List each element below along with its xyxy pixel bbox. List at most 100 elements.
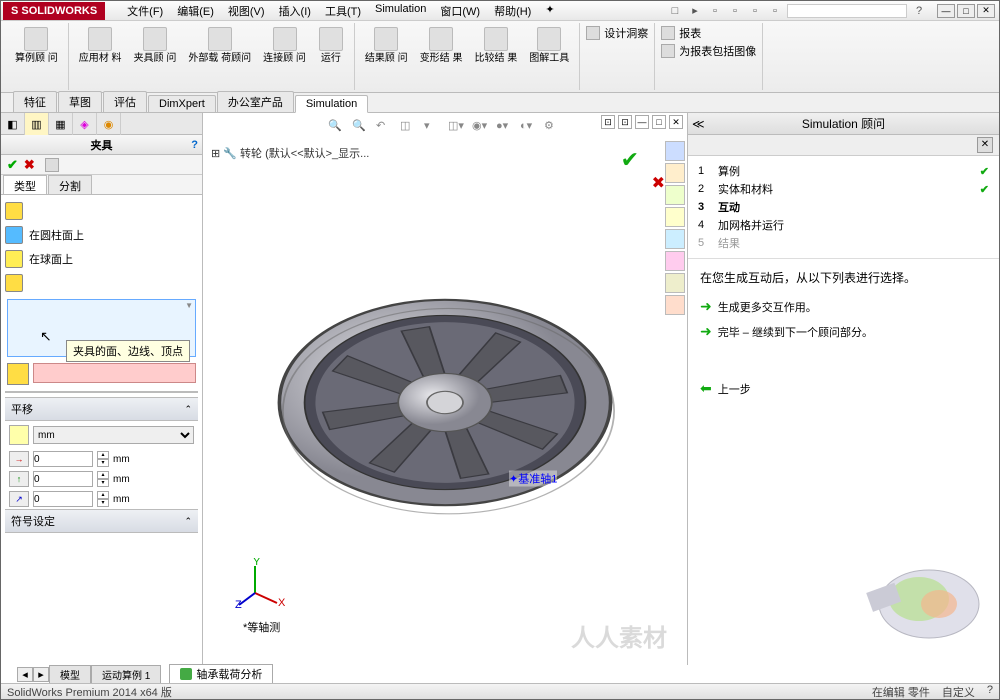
menu-file[interactable]: 文件(F) <box>121 1 169 21</box>
view-orient-icon[interactable]: ▾ <box>424 119 442 137</box>
tab-study[interactable]: 轴承载荷分析 <box>169 664 273 684</box>
graphics-area[interactable]: ⊡ ⊡ — □ ✕ 🔍 🔍 ↶ ◫ ▾ ◫▾ ◉▾ ●▾ ◐▾ ⚙ 🔧 转轮 (… <box>203 113 687 665</box>
cancel-button[interactable]: ✖ <box>24 157 35 173</box>
minimize-button[interactable]: — <box>937 4 955 18</box>
selection-box[interactable]: ↖ 夹具的面、边线、顶点 <box>7 299 196 357</box>
connect-advisor-button[interactable]: 连接顾 问 <box>259 25 310 66</box>
close-button[interactable]: ✕ <box>977 4 995 18</box>
step-3[interactable]: 3互动 <box>698 198 989 216</box>
rebuild-icon[interactable]: ▫ <box>747 3 763 19</box>
pm-tab-config[interactable]: ▦ <box>49 113 73 135</box>
step-4[interactable]: 4加网格并运行 <box>698 216 989 234</box>
display-style-icon[interactable]: ◫▾ <box>448 119 466 137</box>
compare-button[interactable]: 比较结 果 <box>470 25 521 66</box>
doc-min-icon[interactable]: — <box>635 115 649 129</box>
row-sphere[interactable]: 在球面上 <box>5 247 198 271</box>
taskpane-appear-icon[interactable] <box>665 229 685 249</box>
section-translate[interactable]: 平移 <box>5 397 198 421</box>
zoom-fit-icon[interactable]: 🔍 <box>328 119 346 137</box>
new-icon[interactable]: □ <box>667 3 683 19</box>
tab-evaluate[interactable]: 评估 <box>103 91 147 112</box>
doc-prev-icon[interactable]: ⊡ <box>601 115 615 129</box>
y-up[interactable]: ▴ <box>97 471 109 479</box>
unit-select[interactable]: mm <box>33 426 194 444</box>
menu-window[interactable]: 窗口(W) <box>434 1 486 21</box>
zoom-area-icon[interactable]: 🔍 <box>352 119 370 137</box>
report-image-button[interactable]: 为报表包括图像 <box>661 43 756 59</box>
section-symbol[interactable]: 符号设定 <box>5 509 198 533</box>
x-down[interactable]: ▾ <box>97 459 109 467</box>
row-geometry[interactable] <box>5 199 198 223</box>
taskpane-library-icon[interactable] <box>665 163 685 183</box>
plot-tools-button[interactable]: 图解工具 <box>525 25 573 66</box>
direction-field[interactable] <box>33 363 196 383</box>
section-icon[interactable]: ◫ <box>400 119 418 137</box>
apply-material-button[interactable]: 应用材 料 <box>75 25 126 66</box>
menu-edit[interactable]: 编辑(E) <box>171 1 220 21</box>
pm-tab-dim[interactable]: ◈ <box>73 113 97 135</box>
load-advisor-button[interactable]: 外部载 荷顾问 <box>184 25 255 66</box>
tab-scroll-right[interactable]: ▸ <box>33 667 49 682</box>
taskpane-view-icon[interactable] <box>665 207 685 227</box>
menu-pin-icon[interactable]: ✦ <box>539 1 560 21</box>
options-icon[interactable]: ▫ <box>767 3 783 19</box>
search-box[interactable] <box>787 4 907 18</box>
doc-max-icon[interactable]: □ <box>652 115 666 129</box>
menu-help[interactable]: 帮助(H) <box>488 1 537 21</box>
pm-tab-property[interactable]: ▥ <box>25 113 49 135</box>
maximize-button[interactable]: □ <box>957 4 975 18</box>
pm-tab-appear[interactable]: ◉ <box>97 113 121 135</box>
view-setting-icon[interactable]: ⚙ <box>544 119 562 137</box>
tab-scroll-left[interactable]: ◂ <box>17 667 33 682</box>
help-icon[interactable]: ? <box>911 3 927 19</box>
y-down[interactable]: ▾ <box>97 479 109 487</box>
save-icon[interactable]: ▫ <box>707 3 723 19</box>
appearance-icon[interactable]: ●▾ <box>496 119 514 137</box>
study-advisor-button[interactable]: 算例顾 问 <box>11 25 62 66</box>
scene-icon[interactable]: ◐▾ <box>520 119 538 137</box>
menu-simulation[interactable]: Simulation <box>369 1 432 21</box>
row-cylinder[interactable]: 在圆柱面上 <box>5 223 198 247</box>
status-help-icon[interactable]: ? <box>987 684 993 700</box>
step-1[interactable]: 1算例✔ <box>698 162 989 180</box>
open-icon[interactable]: ▸ <box>687 3 703 19</box>
axis-label[interactable]: ✦基准轴1 <box>509 471 557 487</box>
run-button[interactable]: 运行 <box>314 25 348 66</box>
tab-sketch[interactable]: 草图 <box>58 91 102 112</box>
tab-office[interactable]: 办公室产品 <box>217 91 294 112</box>
menu-insert[interactable]: 插入(I) <box>273 1 317 21</box>
fixture-advisor-button[interactable]: 夹具顾 问 <box>130 25 181 66</box>
deform-button[interactable]: 变形结 果 <box>416 25 467 66</box>
step-5[interactable]: 5结果 <box>698 234 989 252</box>
menu-view[interactable]: 视图(V) <box>222 1 271 21</box>
coord-x-input[interactable] <box>33 451 93 467</box>
taskpane-prop-icon[interactable] <box>665 251 685 271</box>
pushpin-icon[interactable] <box>45 158 59 172</box>
tab-motion[interactable]: 运动算例 1 <box>91 665 161 684</box>
coord-z-input[interactable] <box>33 491 93 507</box>
taskpane-forum-icon[interactable] <box>665 273 685 293</box>
doc-close-icon[interactable]: ✕ <box>669 115 683 129</box>
taskpane-resources-icon[interactable] <box>665 141 685 161</box>
prev-view-icon[interactable]: ↶ <box>376 119 394 137</box>
print-icon[interactable]: ▫ <box>727 3 743 19</box>
design-insight-button[interactable]: 设计洞察 <box>586 25 648 41</box>
status-custom[interactable]: 自定义 <box>942 684 975 700</box>
help-icon[interactable]: ? <box>191 139 198 151</box>
ok-button[interactable]: ✔ <box>7 157 18 173</box>
tab-features[interactable]: 特征 <box>13 91 57 112</box>
tab-model[interactable]: 模型 <box>49 665 91 684</box>
menu-tools[interactable]: 工具(T) <box>319 1 367 21</box>
x-up[interactable]: ▴ <box>97 451 109 459</box>
pm-tab-type[interactable]: 类型 <box>3 175 47 194</box>
doc-next-icon[interactable]: ⊡ <box>618 115 632 129</box>
z-up[interactable]: ▴ <box>97 491 109 499</box>
advisor-link-done[interactable]: ➜完毕 – 继续到下一个顾问部分。 <box>700 323 987 340</box>
coord-y-input[interactable] <box>33 471 93 487</box>
taskpane-explorer-icon[interactable] <box>665 185 685 205</box>
z-down[interactable]: ▾ <box>97 499 109 507</box>
pm-tab-feature[interactable]: ◧ <box>1 113 25 135</box>
taskpane-advisor-icon[interactable] <box>665 295 685 315</box>
advisor-close-icon[interactable]: ✕ <box>977 137 993 153</box>
report-button[interactable]: 报表 <box>661 25 756 41</box>
